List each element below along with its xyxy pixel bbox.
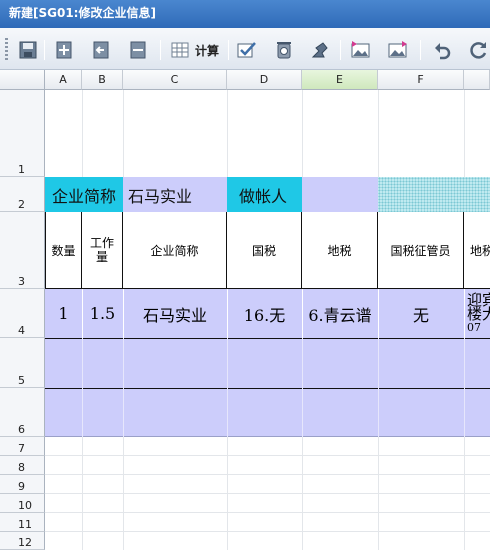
toolbar-separator <box>228 40 229 60</box>
empty-row-6[interactable] <box>45 388 490 437</box>
hatched-cell[interactable] <box>378 177 490 212</box>
gridline <box>464 437 465 550</box>
row-header-4[interactable]: 4 <box>0 289 45 338</box>
row-border <box>45 388 490 389</box>
local-officer-line: 07 <box>467 320 481 334</box>
row-header-7[interactable]: 7 <box>0 437 45 456</box>
header-quantity: 数量 <box>45 212 82 289</box>
edit-check-icon[interactable] <box>236 39 258 61</box>
toolbar-separator <box>160 40 161 60</box>
column-header-b[interactable]: B <box>82 70 123 90</box>
header-company-name: 企业简称 <box>123 212 227 289</box>
select-all-corner[interactable] <box>0 70 45 90</box>
gridline <box>378 437 379 550</box>
empty-row-5[interactable] <box>45 338 490 388</box>
bookkeeper-field[interactable] <box>302 177 378 212</box>
cell-workload[interactable]: 1.5 <box>82 289 123 338</box>
header-local-tax-officer: 地税 <box>464 212 490 289</box>
row-header-5[interactable]: 5 <box>0 338 45 388</box>
column-header-c[interactable]: C <box>123 70 227 90</box>
gridline <box>227 437 228 550</box>
header-national-tax-officer: 国税征管员 <box>378 212 464 289</box>
company-short-name-field[interactable]: 石马实业 <box>123 177 227 212</box>
calculate-button[interactable]: 计算 <box>195 42 219 59</box>
toolbar-separator <box>420 40 421 60</box>
row-header-6[interactable]: 6 <box>0 388 45 437</box>
company-short-name-label: 企业简称 <box>45 177 123 212</box>
gridline <box>123 90 124 177</box>
save-icon[interactable] <box>17 39 39 61</box>
local-officer-line: 楼大 <box>467 304 490 323</box>
cell-company-name[interactable]: 石马实业 <box>123 289 227 338</box>
gridline <box>45 474 490 475</box>
header-workload: 工作量 <box>82 212 123 289</box>
toolbar: 计算 <box>0 28 490 70</box>
gridline <box>464 338 465 437</box>
row-border <box>45 338 490 339</box>
header-national-tax: 国税 <box>227 212 302 289</box>
cell-quantity[interactable]: 1 <box>45 289 82 338</box>
bookkeeper-label: 做帐人 <box>227 177 302 212</box>
row-header-11[interactable]: 11 <box>0 513 45 532</box>
gridline <box>302 338 303 437</box>
gridline <box>45 493 490 494</box>
column-header-g[interactable] <box>464 70 490 90</box>
grid-icon[interactable] <box>169 39 191 61</box>
gridline <box>82 437 83 550</box>
row-header-3[interactable]: 3 <box>0 212 45 289</box>
cell-local-tax-officer[interactable]: 迎宾 楼大 07 <box>464 289 490 338</box>
window-title: 新建[SG01:修改企业信息] <box>0 0 490 28</box>
row-header-2[interactable]: 2 <box>0 177 45 212</box>
gridline <box>82 338 83 437</box>
gridline <box>378 90 379 177</box>
column-header-e[interactable]: E <box>302 70 378 90</box>
gridline <box>123 437 124 550</box>
gridline <box>45 512 490 513</box>
add-icon[interactable] <box>53 39 75 61</box>
row-header-9[interactable]: 9 <box>0 475 45 494</box>
row-header-12[interactable]: 12 <box>0 532 45 550</box>
toolbar-separator <box>340 40 341 60</box>
gridline <box>302 90 303 177</box>
back-icon[interactable] <box>90 39 112 61</box>
row-header-1[interactable]: 1 <box>0 90 45 177</box>
export-icon[interactable] <box>309 39 331 61</box>
column-header-a[interactable]: A <box>45 70 82 90</box>
gridline <box>82 90 83 177</box>
undo-icon[interactable] <box>431 39 453 61</box>
trash-icon[interactable] <box>273 39 295 61</box>
gridline <box>302 437 303 550</box>
cell-national-tax-officer[interactable]: 无 <box>378 289 464 338</box>
image-edit-icon[interactable] <box>387 39 409 61</box>
image-icon[interactable] <box>350 39 372 61</box>
gridline <box>464 90 465 177</box>
gridline <box>227 90 228 177</box>
column-header-d[interactable]: D <box>227 70 302 90</box>
toolbar-separator <box>44 40 45 60</box>
gridline <box>123 338 124 437</box>
delete-icon[interactable] <box>127 39 149 61</box>
gridline <box>45 455 490 456</box>
row-header-8[interactable]: 8 <box>0 456 45 475</box>
gridline <box>45 531 490 532</box>
column-header-f[interactable]: F <box>378 70 464 90</box>
refresh-icon[interactable] <box>468 39 490 61</box>
row-border <box>45 436 490 437</box>
cell-local-tax[interactable]: 6.青云谱 <box>302 289 378 338</box>
gridline <box>227 338 228 437</box>
cell-national-tax[interactable]: 16.无 <box>227 289 302 338</box>
spreadsheet[interactable]: A B C D E F 1 2 3 4 5 6 7 8 9 10 11 12 企… <box>0 70 490 550</box>
header-local-tax: 地税 <box>302 212 378 289</box>
gridline <box>378 338 379 437</box>
toolbar-grip[interactable] <box>5 38 8 62</box>
row-header-10[interactable]: 10 <box>0 494 45 513</box>
